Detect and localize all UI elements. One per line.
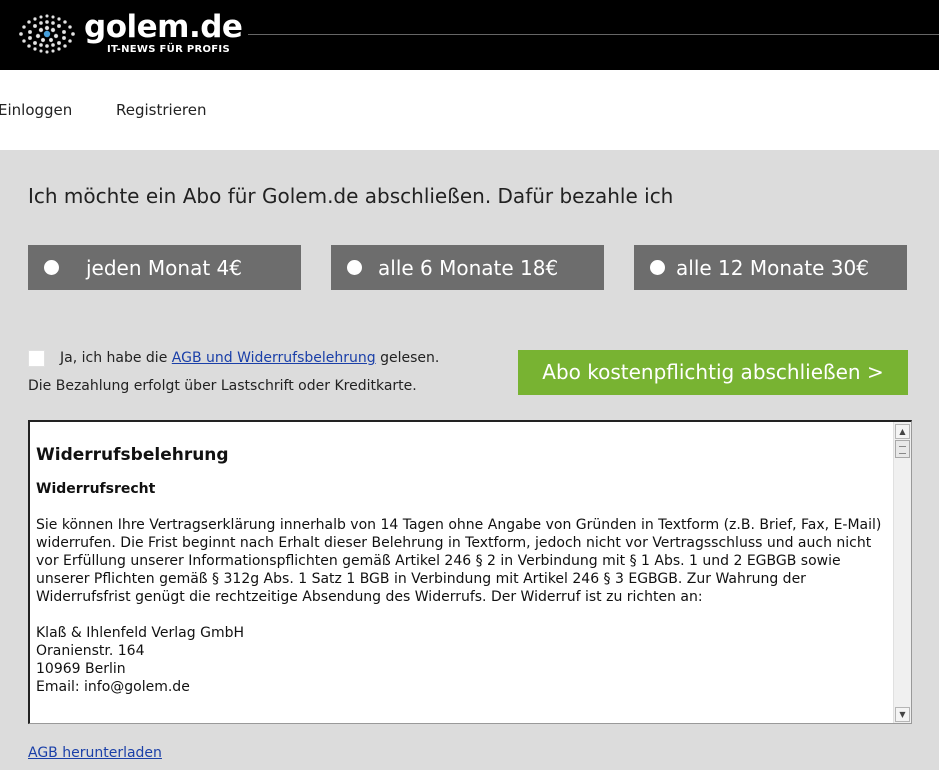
terms-box[interactable]: Widerrufsbelehrung Widerrufsrecht Sie kö… <box>28 420 912 724</box>
agree-text: Ja, ich habe die AGB und Widerrufsbelehr… <box>60 350 439 366</box>
terms-title: Widerrufsbelehrung <box>36 445 229 465</box>
agree-suffix: gelesen. <box>375 350 440 366</box>
terms-paragraph: Sie können Ihre Vertragserklärung innerh… <box>36 517 882 605</box>
login-link[interactable]: Einloggen <box>0 101 72 119</box>
header-divider <box>248 34 939 35</box>
account-nav: Einloggen Registrieren <box>0 70 939 150</box>
address-line: Email: info@golem.de <box>36 679 190 695</box>
golem-logo-icon[interactable] <box>16 12 78 56</box>
register-link[interactable]: Registrieren <box>116 101 207 119</box>
terms-scrollbar[interactable]: ▲ ▼ <box>893 422 911 723</box>
agree-checkbox[interactable] <box>28 350 45 367</box>
page-heading: Ich möchte ein Abo für Golem.de abschlie… <box>28 184 674 208</box>
plan-label: alle 6 Monate 18€ <box>378 255 559 280</box>
brand-name[interactable]: golem.de <box>84 10 243 44</box>
plan-option-6-months[interactable]: alle 6 Monate 18€ <box>331 245 604 290</box>
subscribe-button[interactable]: Abo kostenpflichtig abschließen > <box>518 350 908 395</box>
plan-label: jeden Monat 4€ <box>86 255 242 280</box>
top-header: golem.de IT-NEWS FÜR PROFIS <box>0 0 939 70</box>
plan-option-12-months[interactable]: alle 12 Monate 30€ <box>634 245 907 290</box>
scroll-up-icon[interactable]: ▲ <box>895 424 910 439</box>
plan-option-monthly[interactable]: jeden Monat 4€ <box>28 245 301 290</box>
radio-dot-icon[interactable] <box>44 260 59 275</box>
download-terms-link[interactable]: AGB herunterladen <box>28 745 162 761</box>
agree-prefix: Ja, ich habe die <box>60 350 172 366</box>
company-address: Klaß & Ihlenfeld Verlag GmbH Oranienstr.… <box>36 624 892 696</box>
scroll-thumb[interactable] <box>895 440 910 458</box>
scroll-down-icon[interactable]: ▼ <box>895 707 910 722</box>
radio-dot-icon[interactable] <box>650 260 665 275</box>
address-line: Oranienstr. 164 <box>36 643 145 659</box>
brand-tagline: IT-NEWS FÜR PROFIS <box>107 44 230 55</box>
terms-link[interactable]: AGB und Widerrufsbelehrung <box>172 350 376 366</box>
radio-dot-icon[interactable] <box>347 260 362 275</box>
payment-note: Die Bezahlung erfolgt über Lastschrift o… <box>28 378 417 394</box>
address-line: 10969 Berlin <box>36 661 126 677</box>
address-line: Klaß & Ihlenfeld Verlag GmbH <box>36 625 244 641</box>
terms-subtitle: Widerrufsrecht <box>36 481 156 497</box>
terms-content: Widerrufsbelehrung Widerrufsrecht Sie kö… <box>36 422 892 696</box>
plan-label: alle 12 Monate 30€ <box>676 255 869 280</box>
